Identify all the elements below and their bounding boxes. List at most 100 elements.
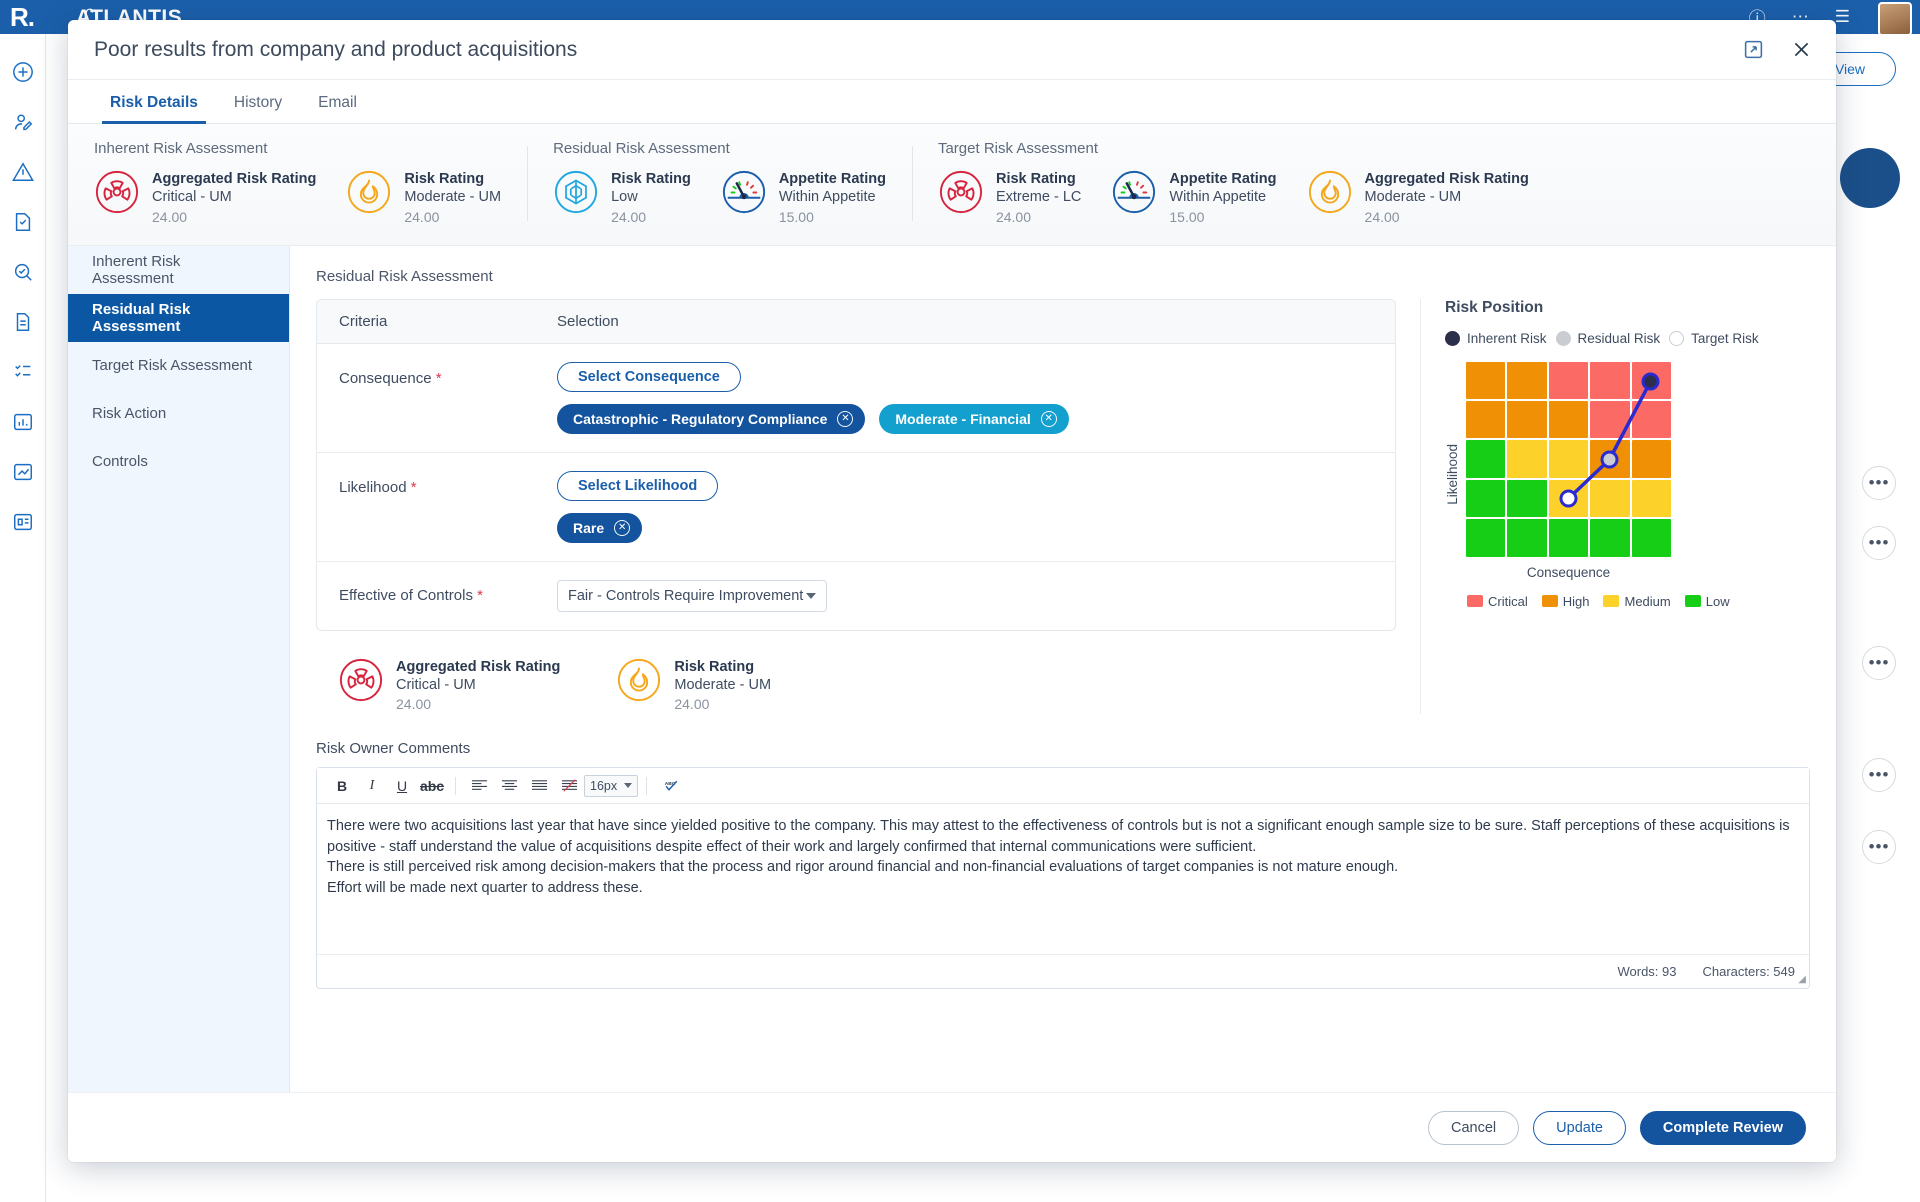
update-button[interactable]: Update: [1533, 1110, 1626, 1145]
heatmap-legend: Critical High Medium Low: [1445, 594, 1810, 609]
summary-card: Risk Rating Extreme - LC 24.00: [938, 169, 1081, 227]
bold-button[interactable]: B: [327, 773, 357, 799]
trend-icon[interactable]: [11, 460, 35, 484]
criteria-label-likelihood: Likelihood *: [317, 471, 547, 543]
select-likelihood-button[interactable]: Select Likelihood: [557, 470, 719, 501]
summary-card-score: 24.00: [1364, 208, 1400, 225]
row-menu-button[interactable]: •••: [1862, 758, 1896, 792]
menu-icon[interactable]: ☰: [1835, 7, 1850, 27]
summary-card-score: 15.00: [1169, 208, 1205, 225]
sidebar-item-target-risk-assessment[interactable]: Target Risk Assessment: [68, 342, 289, 390]
radiation-icon: [938, 169, 984, 215]
underline-button[interactable]: U: [387, 773, 417, 799]
summary-card-label: Risk Rating: [611, 171, 691, 187]
summary-card-value: Within Appetite: [1169, 189, 1267, 206]
editor-footer: Words: 93 Characters: 549 ◢: [317, 954, 1809, 988]
legend-inherent-risk[interactable]: Inherent Risk: [1445, 330, 1547, 346]
chip-label: Moderate - Financial: [895, 410, 1031, 427]
rating-card: Risk Rating Moderate - UM 24.00: [616, 657, 771, 715]
legend-label: Target Risk: [1691, 330, 1759, 346]
swatch-low: [1684, 595, 1701, 608]
criteria-label-text: Effective of Controls: [339, 587, 473, 605]
sidebar-item-inherent-risk-assessment[interactable]: Inherent Risk Assessment: [68, 246, 289, 294]
chip-remove-icon[interactable]: ✕: [837, 410, 854, 427]
summary-card: Appetite Rating Within Appetite 15.00: [721, 169, 886, 227]
remove-format-icon[interactable]: [554, 773, 584, 799]
italic-button[interactable]: I: [357, 773, 387, 799]
tab-history[interactable]: History: [216, 94, 300, 123]
dashboard-icon[interactable]: [11, 410, 35, 434]
comments-title: Risk Owner Comments: [316, 740, 471, 758]
chip-label: Catastrophic - Regulatory Compliance: [573, 410, 828, 427]
legend-key-label: Medium: [1624, 593, 1671, 609]
table-header: Criteria Selection: [317, 299, 1395, 344]
radiation-icon: [338, 657, 384, 703]
spellcheck-icon[interactable]: ABC: [655, 773, 689, 799]
risk-position-title: Risk Position: [1445, 298, 1544, 316]
inherent-risk-marker-icon: [1445, 330, 1460, 346]
register-icon[interactable]: [11, 510, 35, 534]
audit-icon[interactable]: [11, 260, 35, 284]
row-menu-button[interactable]: •••: [1862, 646, 1896, 680]
expand-icon[interactable]: [1740, 36, 1766, 62]
report-icon[interactable]: [11, 310, 35, 334]
row-menu-button[interactable]: •••: [1862, 466, 1896, 500]
legend-key-label: Critical: [1488, 593, 1528, 609]
tab-risk-details[interactable]: Risk Details: [92, 94, 216, 124]
legend-key-label: Low: [1705, 593, 1730, 609]
align-center-icon[interactable]: [494, 773, 524, 799]
chip-moderate-financial[interactable]: Moderate - Financial ✕: [879, 403, 1069, 434]
effective-of-controls-select[interactable]: Fair - Controls Require Improvement: [557, 579, 827, 612]
left-rail: [0, 34, 46, 1202]
row-menu-button[interactable]: •••: [1862, 526, 1896, 560]
chip-remove-icon[interactable]: ✕: [1040, 410, 1057, 427]
summary-card: Risk Rating Moderate - UM 24.00: [346, 169, 501, 227]
avatar[interactable]: [1878, 2, 1912, 36]
legend-key-low: Low: [1684, 593, 1730, 609]
select-consequence-button[interactable]: Select Consequence: [557, 361, 741, 392]
summary-card-label: Risk Rating: [995, 171, 1076, 187]
criteria-table: Criteria Selection Consequence * Select …: [316, 298, 1396, 631]
complete-review-button[interactable]: Complete Review: [1639, 1110, 1806, 1145]
warning-icon[interactable]: [11, 160, 35, 184]
summary-group-inherent: Inherent Risk Assessment Aggregated Risk…: [68, 140, 527, 227]
toolbar-divider: [455, 776, 456, 795]
word-count: Words: 93: [1617, 964, 1677, 980]
swatch-high: [1541, 595, 1558, 608]
sidebar-item-residual-risk-assessment[interactable]: Residual Risk Assessment: [68, 293, 289, 342]
checklist-icon[interactable]: [11, 360, 35, 384]
align-left-icon[interactable]: [464, 773, 494, 799]
user-edit-icon[interactable]: [11, 110, 35, 134]
strikethrough-button[interactable]: abc: [417, 773, 447, 799]
sidebar-item-risk-action[interactable]: Risk Action: [68, 390, 289, 438]
row-menu-button[interactable]: •••: [1862, 830, 1896, 864]
character-count: Characters: 549: [1702, 964, 1796, 980]
summary-card-label: Risk Rating: [404, 171, 485, 187]
table-row: Effective of Controls * Fair - Controls …: [317, 562, 1395, 630]
modal-header: Poor results from company and product ac…: [68, 20, 1836, 80]
floating-circle: [1840, 148, 1900, 208]
summary-group-title: Target Risk Assessment: [937, 140, 1099, 157]
required-asterisk: *: [472, 587, 483, 605]
risk-position-plot: [1559, 372, 1660, 508]
add-icon[interactable]: [11, 60, 35, 84]
tab-email[interactable]: Email: [300, 94, 375, 123]
summary-card-label: Appetite Rating: [778, 171, 886, 187]
resize-handle[interactable]: ◢: [1798, 974, 1806, 985]
chip-catastrophic-regulatory-compliance[interactable]: Catastrophic - Regulatory Compliance ✕: [557, 403, 866, 434]
legend-target-risk[interactable]: Target Risk: [1669, 330, 1759, 346]
comment-paragraph: Effort will be made next quarter to addr…: [327, 879, 643, 896]
close-icon[interactable]: [1788, 36, 1814, 62]
risk-position-panel: Risk Position Inherent Risk Residual Ris…: [1420, 298, 1810, 715]
side-nav: Inherent Risk Assessment Residual Risk A…: [68, 245, 290, 1092]
snowflake-icon: [553, 169, 599, 215]
comments-text-area[interactable]: There were two acquisitions last year th…: [317, 804, 1809, 954]
cancel-button[interactable]: Cancel: [1428, 1110, 1520, 1145]
legend-residual-risk[interactable]: Residual Risk: [1555, 330, 1660, 346]
sidebar-item-controls[interactable]: Controls: [68, 438, 289, 486]
shield-doc-icon[interactable]: [11, 210, 35, 234]
font-size-select[interactable]: 16px: [584, 774, 638, 797]
chip-rare[interactable]: Rare ✕: [557, 512, 643, 543]
chip-remove-icon[interactable]: ✕: [614, 519, 631, 536]
align-justify-icon[interactable]: [524, 773, 554, 799]
